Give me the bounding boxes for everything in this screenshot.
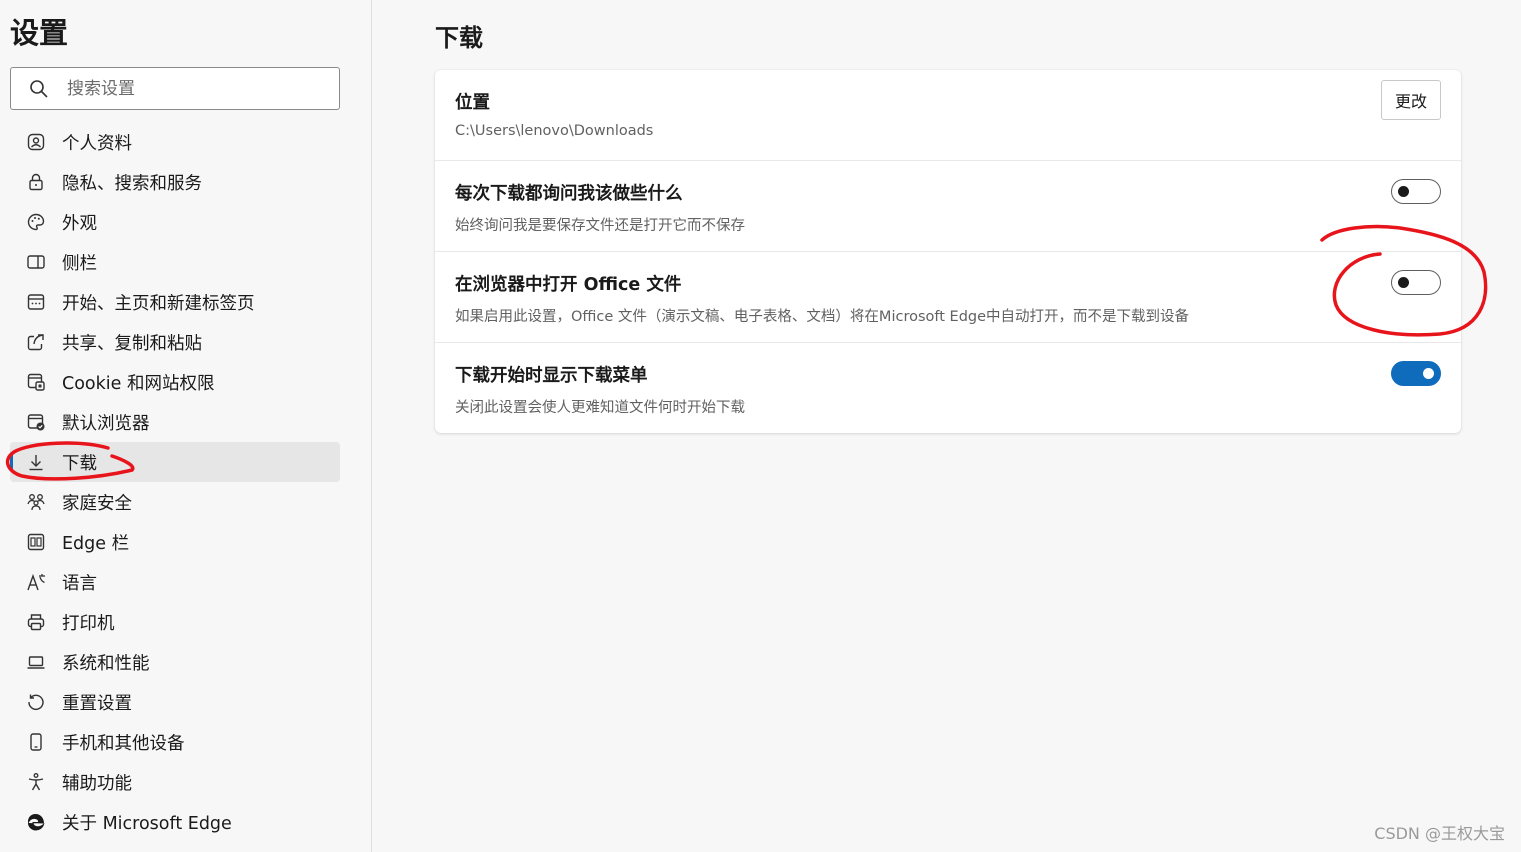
- sidebar-item-accessibility[interactable]: 辅助功能: [10, 762, 340, 802]
- setting-row-ask-each-time: 每次下载都询问我该做些什么 始终询问我是要保存文件还是打开它而不保存: [435, 161, 1461, 252]
- sidebar-item-reset[interactable]: 重置设置: [10, 682, 340, 722]
- sidebar-item-edge-bar[interactable]: Edge 栏: [10, 522, 340, 562]
- toggle-knob: [1398, 186, 1409, 197]
- sidebar-item-printer[interactable]: 打印机: [10, 602, 340, 642]
- sidebar-item-label: 开始、主页和新建标签页: [62, 293, 255, 314]
- setting-title: 位置: [455, 93, 490, 113]
- reset-icon: [10, 692, 62, 712]
- download-icon: [10, 452, 62, 472]
- sidebar-item-label: Edge 栏: [62, 533, 130, 554]
- sidebar-item-cookies[interactable]: Cookie 和网站权限: [10, 362, 340, 402]
- toggle-knob: [1423, 368, 1434, 379]
- sidebar-item-label: 系统和性能: [62, 653, 150, 674]
- setting-row-location: 位置 C:\Users\lenovo\Downloads 更改: [435, 70, 1461, 161]
- printer-icon: [10, 612, 62, 632]
- sidebar-item-start-home[interactable]: 开始、主页和新建标签页: [10, 282, 340, 322]
- laptop-icon: [10, 652, 62, 672]
- search-box[interactable]: [10, 67, 340, 110]
- edge-bar-icon: [10, 532, 62, 552]
- setting-title: 每次下载都询问我该做些什么: [455, 184, 683, 204]
- search-icon: [11, 79, 67, 99]
- setting-description: 关闭此设置会使人更难知道文件何时开始下载: [455, 400, 745, 416]
- sidebar-item-share[interactable]: 共享、复制和粘贴: [10, 322, 340, 362]
- sidebar-item-sidebar[interactable]: 侧栏: [10, 242, 340, 282]
- setting-title: 下载开始时显示下载菜单: [455, 366, 648, 386]
- edge-logo-icon: [10, 812, 62, 832]
- setting-row-open-office: 在浏览器中打开 Office 文件 如果启用此设置，Office 文件（演示文稿…: [435, 252, 1461, 343]
- sidebar-item-label: 手机和其他设备: [62, 733, 185, 754]
- sidebar-item-about[interactable]: 关于 Microsoft Edge: [10, 802, 340, 842]
- accessibility-icon: [10, 772, 62, 792]
- sidebar-icon: [10, 252, 62, 272]
- toggle-knob: [1398, 277, 1409, 288]
- sidebar-item-family[interactable]: 家庭安全: [10, 482, 340, 522]
- settings-sidebar: 设置 个人资料 隐私、搜索和服务 外观: [0, 0, 372, 852]
- sidebar-item-label: Cookie 和网站权限: [62, 373, 215, 394]
- setting-description: 始终询问我是要保存文件还是打开它而不保存: [455, 218, 745, 234]
- sidebar-item-phone[interactable]: 手机和其他设备: [10, 722, 340, 762]
- phone-icon: [10, 732, 62, 752]
- settings-nav: 个人资料 隐私、搜索和服务 外观 侧栏 开始、主页和新建标签页 共享、复制和粘贴…: [10, 122, 340, 842]
- setting-row-show-menu: 下载开始时显示下载菜单 关闭此设置会使人更难知道文件何时开始下载: [435, 343, 1461, 434]
- sidebar-item-label: 默认浏览器: [62, 413, 150, 434]
- change-location-button[interactable]: 更改: [1381, 80, 1441, 120]
- sidebar-item-default-browser[interactable]: 默认浏览器: [10, 402, 340, 442]
- sidebar-item-label: 语言: [62, 573, 97, 594]
- sidebar-item-downloads[interactable]: 下载: [10, 442, 340, 482]
- sidebar-item-label: 共享、复制和粘贴: [62, 333, 202, 354]
- share-icon: [10, 332, 62, 352]
- sidebar-item-label: 辅助功能: [62, 773, 132, 794]
- sidebar-item-label: 打印机: [62, 613, 115, 634]
- language-icon: [10, 572, 62, 592]
- profile-icon: [10, 132, 62, 152]
- sidebar-title: 设置: [10, 16, 69, 50]
- sidebar-item-language[interactable]: 语言: [10, 562, 340, 602]
- search-input[interactable]: [67, 78, 327, 99]
- lock-icon: [10, 172, 62, 192]
- setting-description: 如果启用此设置，Office 文件（演示文稿、电子表格、文档）将在Microso…: [455, 309, 1190, 325]
- sidebar-item-label: 下载: [62, 453, 97, 474]
- show-download-menu-toggle[interactable]: [1391, 361, 1441, 386]
- cookie-icon: [10, 372, 62, 392]
- downloads-settings-card: 位置 C:\Users\lenovo\Downloads 更改 每次下载都询问我…: [435, 70, 1461, 433]
- sidebar-item-appearance[interactable]: 外观: [10, 202, 340, 242]
- sidebar-item-label: 侧栏: [62, 253, 97, 274]
- ask-each-time-toggle[interactable]: [1391, 179, 1441, 204]
- sidebar-item-label: 重置设置: [62, 693, 132, 714]
- sidebar-item-label: 外观: [62, 213, 97, 234]
- palette-icon: [10, 212, 62, 232]
- sidebar-item-label: 关于 Microsoft Edge: [62, 813, 232, 834]
- setting-title: 在浏览器中打开 Office 文件: [455, 275, 682, 295]
- family-icon: [10, 492, 62, 512]
- default-browser-icon: [10, 412, 62, 432]
- watermark: CSDN @王权大宝: [1374, 824, 1505, 843]
- sidebar-item-label: 个人资料: [62, 133, 132, 154]
- home-tabs-icon: [10, 292, 62, 312]
- sidebar-item-privacy[interactable]: 隐私、搜索和服务: [10, 162, 340, 202]
- download-path: C:\Users\lenovo\Downloads: [455, 123, 654, 139]
- sidebar-item-system[interactable]: 系统和性能: [10, 642, 340, 682]
- sidebar-item-profile[interactable]: 个人资料: [10, 122, 340, 162]
- sidebar-item-label: 家庭安全: [62, 493, 132, 514]
- downloads-settings-page: 下载 位置 C:\Users\lenovo\Downloads 更改 每次下载都…: [372, 0, 1521, 852]
- page-title: 下载: [435, 24, 483, 52]
- open-office-toggle[interactable]: [1391, 270, 1441, 295]
- sidebar-item-label: 隐私、搜索和服务: [62, 173, 202, 194]
